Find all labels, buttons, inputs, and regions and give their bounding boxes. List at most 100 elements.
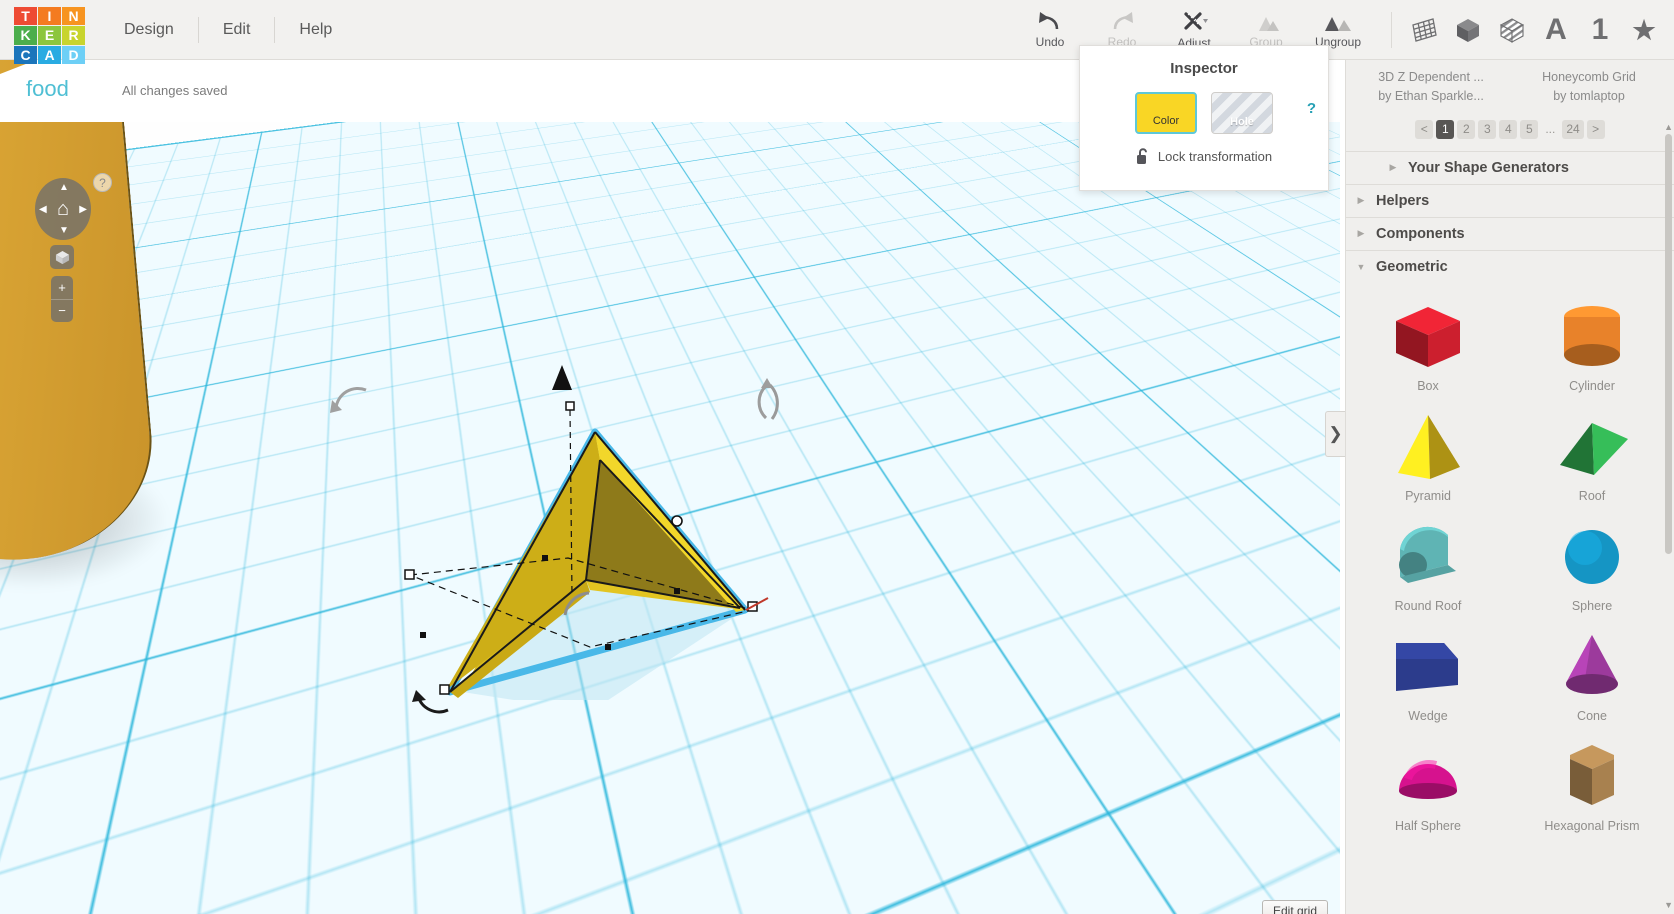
featured-author: by tomlaptop (1514, 87, 1664, 106)
logo-letter-n: N (62, 7, 85, 25)
logo-letter-i: I (38, 7, 61, 25)
pagination-page-4[interactable]: 4 (1499, 120, 1517, 139)
scroll-down-arrow[interactable]: ▼ (1664, 900, 1673, 910)
shape-sections: ▶ Your Shape Generators ▶ Helpers ▶ Component… (1346, 151, 1674, 283)
geometric-shape-grid: Box Cylinder Pyramid Roof Round Roof Sph… (1346, 283, 1674, 859)
shape-thumbnail (1510, 629, 1674, 705)
pagination-page-2[interactable]: 2 (1457, 120, 1475, 139)
tinkercad-logo[interactable]: TIN KER CAD (14, 7, 85, 64)
main-menu: Design Edit Help (100, 0, 356, 60)
viewport-help-icon[interactable]: ? (93, 173, 112, 192)
shape-roof[interactable]: Roof (1510, 399, 1674, 509)
shape-cone[interactable]: Cone (1510, 619, 1674, 729)
section-your-shape-generators[interactable]: ▶ Your Shape Generators (1346, 151, 1674, 184)
pagination-page-3[interactable]: 3 (1478, 120, 1496, 139)
lock-transformation-label: Lock transformation (1158, 149, 1272, 164)
chevron-right-icon: ▶ (1346, 195, 1376, 206)
pagination-page-5[interactable]: 5 (1520, 120, 1538, 139)
hole-swatch-label: Hole (1230, 116, 1254, 133)
logo-letter-r: R (62, 26, 85, 44)
pagination-next[interactable]: > (1587, 120, 1605, 139)
hole-swatch-button[interactable]: Hole (1211, 92, 1273, 134)
section-label: Your Shape Generators (1408, 160, 1569, 176)
chevron-down-icon (1203, 19, 1208, 23)
menu-item-edit[interactable]: Edit (199, 17, 276, 43)
section-label: Components (1376, 226, 1465, 242)
shape-cylinder[interactable]: Cylinder (1510, 289, 1674, 399)
workplane-icon[interactable] (1402, 0, 1446, 60)
group-icon (1250, 11, 1282, 33)
save-status: All changes saved (122, 83, 228, 98)
lock-transformation-row[interactable]: Lock transformation (1080, 148, 1328, 165)
favorites-star-icon[interactable]: ★ (1622, 0, 1666, 60)
adjust-icon (1180, 10, 1208, 34)
project-title[interactable]: food (26, 76, 69, 102)
rotate-handle-left[interactable] (330, 380, 380, 420)
zoom-in-button[interactable]: + (51, 276, 73, 300)
ungroup-icon (1322, 11, 1354, 33)
shape-label: Cylinder (1510, 379, 1674, 393)
shape-label: Sphere (1510, 599, 1674, 613)
resize-arrow-right[interactable] (742, 594, 772, 624)
zoom-controls[interactable]: + − (51, 276, 73, 322)
lock-open-icon (1136, 148, 1150, 165)
featured-author: by Ethan Sparkle... (1356, 87, 1506, 106)
shape-thumbnail (1346, 409, 1510, 485)
shape-sphere[interactable]: Sphere (1510, 509, 1674, 619)
shape-box[interactable]: Box (1346, 289, 1510, 399)
inspector-swatches: Color Hole (1080, 92, 1328, 134)
shape-label: Round Roof (1346, 599, 1510, 613)
undo-button[interactable]: Undo (1014, 0, 1086, 60)
home-view-icon[interactable]: ⌂ (57, 198, 69, 221)
logo-letter-e: E (38, 26, 61, 44)
pagination-page-24[interactable]: 24 (1562, 120, 1583, 139)
nav-right-icon[interactable]: ▶ (79, 204, 87, 215)
section-components[interactable]: ▶ Components (1346, 217, 1674, 250)
number-icon[interactable]: 1 (1578, 0, 1622, 60)
section-helpers[interactable]: ▶ Helpers (1346, 184, 1674, 217)
shape-label: Half Sphere (1346, 819, 1510, 833)
pagination-prev[interactable]: < (1415, 120, 1433, 139)
shape-thumbnail (1346, 739, 1510, 815)
fit-to-view-cube-icon[interactable] (50, 245, 74, 269)
featured-card[interactable]: Honeycomb Grid by tomlaptop (1514, 68, 1664, 107)
scroll-up-arrow[interactable]: ▲ (1664, 122, 1673, 132)
nav-up-icon[interactable]: ▲ (59, 182, 69, 193)
section-label: Geometric (1376, 259, 1448, 275)
logo-letter-t: T (14, 7, 37, 25)
zoom-out-button[interactable]: − (51, 300, 73, 323)
color-swatch-button[interactable]: Color (1135, 92, 1197, 134)
edit-grid-button[interactable]: Edit grid (1262, 900, 1328, 914)
hole-cube-icon[interactable] (1490, 0, 1534, 60)
chevron-right-icon: ▶ (1346, 228, 1376, 239)
solid-cube-icon[interactable] (1446, 0, 1490, 60)
featured-title: Honeycomb Grid (1514, 68, 1664, 87)
rotate-handle-bottom[interactable] (410, 690, 456, 730)
logo-letter-c: C (14, 46, 37, 64)
view-navigation-pad[interactable]: ⌂ ▲ ▼ ◀ ▶ (35, 178, 91, 240)
shape-hexagonal-prism[interactable]: Hexagonal Prism (1510, 729, 1674, 839)
panel-collapse-button[interactable]: ❯ (1325, 411, 1345, 457)
shape-pyramid[interactable]: Pyramid (1346, 399, 1510, 509)
nav-left-icon[interactable]: ◀ (39, 204, 47, 215)
featured-card[interactable]: 3D Z Dependent ... by Ethan Sparkle... (1356, 68, 1506, 107)
menu-item-design[interactable]: Design (100, 17, 199, 43)
shape-pagination: <1 2 3 4 5... 24 > (1346, 120, 1674, 139)
panel-scrollbar-thumb[interactable] (1665, 134, 1672, 554)
inspector-help-icon[interactable]: ? (1307, 100, 1316, 117)
shape-round-roof[interactable]: Round Roof (1346, 509, 1510, 619)
undo-label: Undo (1036, 35, 1065, 49)
selected-pyramid-object[interactable] (400, 360, 800, 700)
shape-label: Cone (1510, 709, 1674, 723)
rotate-handle-right[interactable] (752, 378, 792, 424)
shape-half-sphere[interactable]: Half Sphere (1346, 729, 1510, 839)
inspector-title: Inspector (1080, 60, 1328, 77)
nav-down-icon[interactable]: ▼ (59, 225, 69, 236)
section-geometric[interactable]: ▼ Geometric (1346, 250, 1674, 283)
pagination-page-1[interactable]: 1 (1436, 120, 1454, 139)
top-toolbar: TINKERCAD Design Edit Help Undo Redo Adj… (0, 0, 1674, 60)
text-icon[interactable]: A (1534, 0, 1578, 60)
featured-title: 3D Z Dependent ... (1356, 68, 1506, 87)
shape-wedge[interactable]: Wedge (1346, 619, 1510, 729)
menu-item-help[interactable]: Help (275, 17, 356, 43)
